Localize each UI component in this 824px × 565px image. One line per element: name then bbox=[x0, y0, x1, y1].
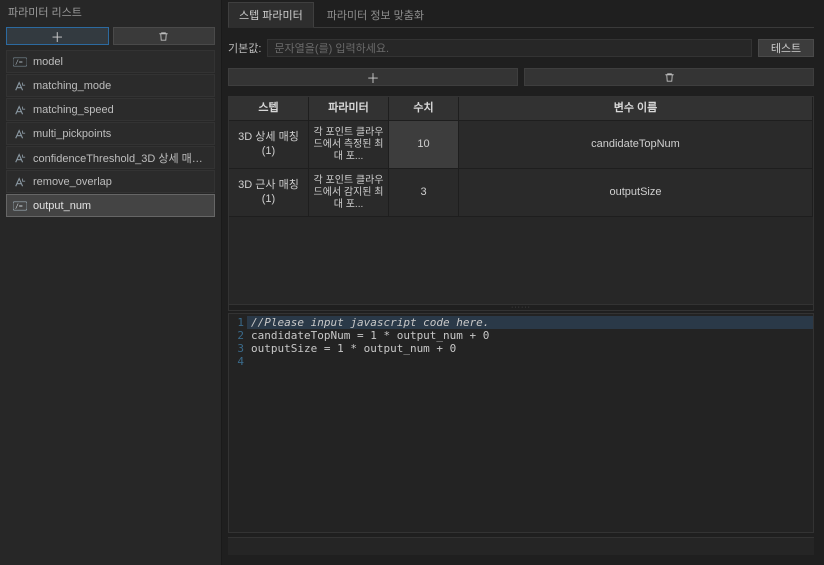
line-number: 4 bbox=[229, 355, 244, 368]
cell-step[interactable]: 3D 근사 매칭 (1) bbox=[229, 169, 309, 217]
footer-bar bbox=[228, 537, 814, 555]
cell-value[interactable]: 3 bbox=[389, 169, 459, 217]
col-header-value[interactable]: 수치 bbox=[389, 97, 459, 121]
code-line[interactable]: outputSize = 1 * output_num + 0 bbox=[251, 342, 809, 355]
code-body[interactable]: //Please input javascript code here. can… bbox=[247, 314, 813, 532]
default-value-input[interactable]: 문자열을(를) 입력하세요. bbox=[267, 39, 752, 57]
parameter-table: 스텝 파라미터 수치 변수 이름 3D 상세 매칭 (1) 각 포인트 클라우드… bbox=[228, 96, 814, 311]
table-body: 3D 상세 매칭 (1) 각 포인트 클라우드에서 측정된 최대 포... 10… bbox=[229, 121, 813, 304]
enum-icon bbox=[13, 175, 27, 189]
svg-text:/=: /= bbox=[15, 203, 23, 210]
code-editor[interactable]: 1 2 3 4 //Please input javascript code h… bbox=[228, 313, 814, 533]
tab-step-parameters[interactable]: 스텝 파라미터 bbox=[228, 2, 314, 28]
param-add-button[interactable]: ＋ bbox=[6, 27, 109, 45]
trash-icon bbox=[158, 31, 169, 42]
enum-icon bbox=[13, 127, 27, 141]
line-number: 3 bbox=[229, 342, 244, 355]
fx-icon: /= bbox=[13, 55, 27, 69]
test-button[interactable]: 테스트 bbox=[758, 39, 814, 57]
tab-parameter-customization[interactable]: 파라미터 정보 맞춤화 bbox=[316, 2, 435, 27]
code-gutter: 1 2 3 4 bbox=[229, 314, 247, 532]
code-line[interactable]: //Please input javascript code here. bbox=[247, 316, 813, 329]
default-value-row: 기본값: 문자열을(를) 입력하세요. 테스트 bbox=[228, 38, 814, 58]
code-line[interactable]: candidateTopNum = 1 * output_num + 0 bbox=[251, 329, 809, 342]
param-item-confidence-threshold[interactable]: confidenceThreshold_3D 상세 매칭 (1) bbox=[6, 146, 215, 169]
param-item-label: model bbox=[33, 56, 63, 68]
enum-icon bbox=[13, 151, 27, 165]
cell-param[interactable]: 각 포인트 클라우드에서 감지된 최대 포... bbox=[309, 169, 389, 217]
table-button-row: ＋ bbox=[228, 68, 814, 86]
left-panel: 파라미터 리스트 ＋ /= model matching_mode matchi… bbox=[0, 0, 222, 565]
param-delete-button[interactable] bbox=[113, 27, 216, 45]
cell-param[interactable]: 각 포인트 클라우드에서 측정된 최대 포... bbox=[309, 121, 389, 169]
cell-var[interactable]: candidateTopNum bbox=[459, 121, 813, 169]
cell-step[interactable]: 3D 상세 매칭 (1) bbox=[229, 121, 309, 169]
parameter-list: /= model matching_mode matching_speed mu… bbox=[0, 50, 221, 217]
param-item-remove-overlap[interactable]: remove_overlap bbox=[6, 170, 215, 193]
param-item-label: output_num bbox=[33, 200, 91, 212]
table-row[interactable]: 3D 근사 매칭 (1) 각 포인트 클라우드에서 감지된 최대 포... 3 … bbox=[229, 169, 813, 217]
enum-icon bbox=[13, 79, 27, 93]
param-item-multi-pickpoints[interactable]: multi_pickpoints bbox=[6, 122, 215, 145]
param-item-model[interactable]: /= model bbox=[6, 50, 215, 73]
col-header-step[interactable]: 스텝 bbox=[229, 97, 309, 121]
table-delete-button[interactable] bbox=[524, 68, 814, 86]
splitter-handle[interactable]: ······ bbox=[229, 304, 813, 310]
svg-text:/=: /= bbox=[15, 59, 23, 66]
trash-icon bbox=[664, 72, 675, 83]
default-value-label: 기본값: bbox=[228, 40, 261, 56]
right-panel: 스텝 파라미터 파라미터 정보 맞춤화 기본값: 문자열을(를) 입력하세요. … bbox=[222, 0, 824, 565]
col-header-var[interactable]: 변수 이름 bbox=[459, 97, 813, 121]
param-item-matching-speed[interactable]: matching_speed bbox=[6, 98, 215, 121]
col-header-param[interactable]: 파라미터 bbox=[309, 97, 389, 121]
line-number: 1 bbox=[229, 316, 244, 329]
table-add-button[interactable]: ＋ bbox=[228, 68, 518, 86]
tab-bar: 스텝 파라미터 파라미터 정보 맞춤화 bbox=[228, 4, 814, 28]
param-item-label: remove_overlap bbox=[33, 176, 112, 188]
line-number: 2 bbox=[229, 329, 244, 342]
table-row[interactable]: 3D 상세 매칭 (1) 각 포인트 클라우드에서 측정된 최대 포... 10… bbox=[229, 121, 813, 169]
param-item-label: matching_speed bbox=[33, 104, 114, 116]
cell-var[interactable]: outputSize bbox=[459, 169, 813, 217]
param-item-label: multi_pickpoints bbox=[33, 128, 111, 140]
table-header: 스텝 파라미터 수치 변수 이름 bbox=[229, 97, 813, 121]
param-item-label: matching_mode bbox=[33, 80, 111, 92]
param-item-output-num[interactable]: /= output_num bbox=[6, 194, 215, 217]
enum-icon bbox=[13, 103, 27, 117]
left-button-row: ＋ bbox=[0, 24, 221, 50]
fx-icon: /= bbox=[13, 199, 27, 213]
param-item-matching-mode[interactable]: matching_mode bbox=[6, 74, 215, 97]
left-panel-title: 파라미터 리스트 bbox=[0, 0, 221, 24]
cell-value[interactable]: 10 bbox=[389, 121, 459, 169]
param-item-label: confidenceThreshold_3D 상세 매칭 (1) bbox=[33, 150, 208, 166]
